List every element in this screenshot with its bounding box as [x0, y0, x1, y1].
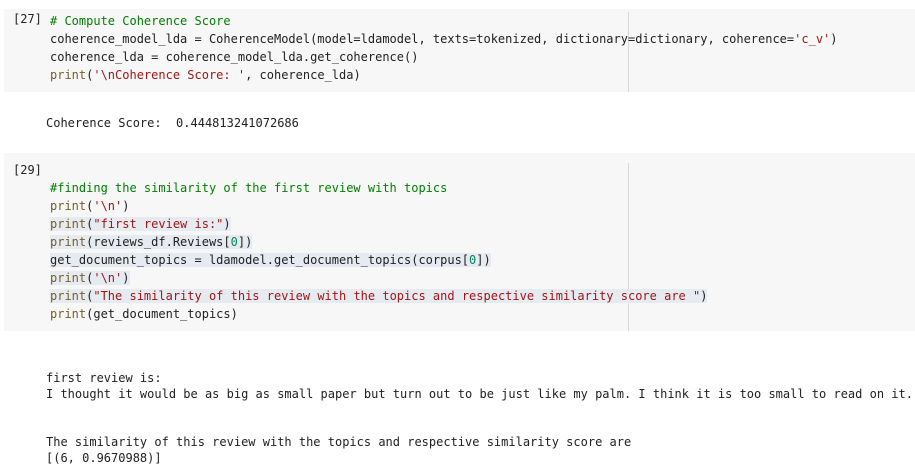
code-line[interactable]: print('\n')	[50, 269, 707, 287]
output-line: first review is:	[46, 371, 162, 385]
code-token: "The similarity of this review with the …	[93, 289, 701, 303]
code-cell-29[interactable]: [29] #finding the similarity of the firs…	[4, 153, 915, 331]
code-token: (get_document_topics)	[86, 307, 238, 321]
code-line[interactable]: print("first review is:")	[50, 215, 707, 233]
code-token: ])	[237, 235, 253, 249]
cell-output: first review is: I thought it would be as…	[46, 370, 915, 466]
code-token: '\n'	[93, 271, 123, 285]
code-token: 0	[230, 235, 238, 249]
output-line: [(6, 0.9670988)]	[46, 451, 162, 465]
code-token: print	[50, 217, 87, 231]
code-token: print	[50, 289, 87, 303]
code-token: )	[122, 199, 130, 213]
code-line[interactable]: coherence_lda = coherence_model_lda.get_…	[50, 48, 838, 66]
code-line[interactable]: get_document_topics = ldamodel.get_docum…	[50, 251, 707, 269]
code-token: get_document_topics = ldamodel.get_docum…	[50, 253, 470, 267]
code-token: print	[50, 271, 87, 285]
output-line: The similarity of this review with the t…	[46, 435, 632, 449]
code-token: )	[223, 217, 231, 231]
output-line: Coherence Score: 0.444813241072686	[46, 116, 299, 130]
code-editor[interactable]: # Compute Coherence Score coherence_model…	[50, 12, 838, 84]
code-line[interactable]: print(get_document_topics)	[50, 305, 707, 323]
code-token: '\n'	[93, 199, 123, 213]
code-token: '\nCoherence Score: '	[93, 68, 246, 82]
code-line[interactable]: #finding the similarity of the first rev…	[50, 179, 707, 197]
code-line[interactable]: print(reviews_df.Reviews[0])	[50, 233, 707, 251]
code-line[interactable]: print('\nCoherence Score: ', coherence_l…	[50, 66, 838, 84]
code-token: )	[830, 32, 838, 46]
code-line[interactable]: coherence_model_lda = CoherenceModel(mod…	[50, 30, 838, 48]
code-token: )	[700, 289, 708, 303]
code-editor[interactable]: #finding the similarity of the first rev…	[50, 179, 708, 323]
code-line[interactable]: # Compute Coherence Score	[50, 12, 838, 30]
code-cell-27[interactable]: [27] # Compute Coherence Score coherence_…	[4, 9, 915, 92]
code-token: print	[50, 199, 87, 213]
code-token: 'c_v'	[794, 32, 831, 46]
code-token: print	[50, 235, 87, 249]
code-token: "first review is:"	[93, 217, 224, 231]
code-token: (reviews_df.Reviews[	[86, 235, 231, 249]
code-line[interactable]: print('\n')	[50, 197, 707, 215]
cell-prompt: [27]	[13, 12, 42, 26]
code-token: print	[50, 307, 87, 321]
code-token: #finding the similarity of the first rev…	[50, 181, 448, 195]
code-token: coherence_model_lda = CoherenceModel(mod…	[50, 32, 795, 46]
code-token: )	[122, 271, 130, 285]
output-line: I thought it would be as big as small pa…	[46, 387, 915, 401]
cell-output: Coherence Score: 0.444813241072686	[46, 115, 915, 131]
code-line[interactable]: print("The similarity of this review wit…	[50, 287, 708, 305]
code-token: coherence_lda = coherence_model_lda.get_…	[50, 50, 419, 64]
code-token: # Compute Coherence Score	[50, 14, 231, 28]
code-token: print	[50, 68, 87, 82]
cell-prompt: [29]	[13, 163, 42, 177]
code-token: ])	[476, 253, 491, 267]
code-token: , coherence_lda)	[245, 68, 361, 82]
